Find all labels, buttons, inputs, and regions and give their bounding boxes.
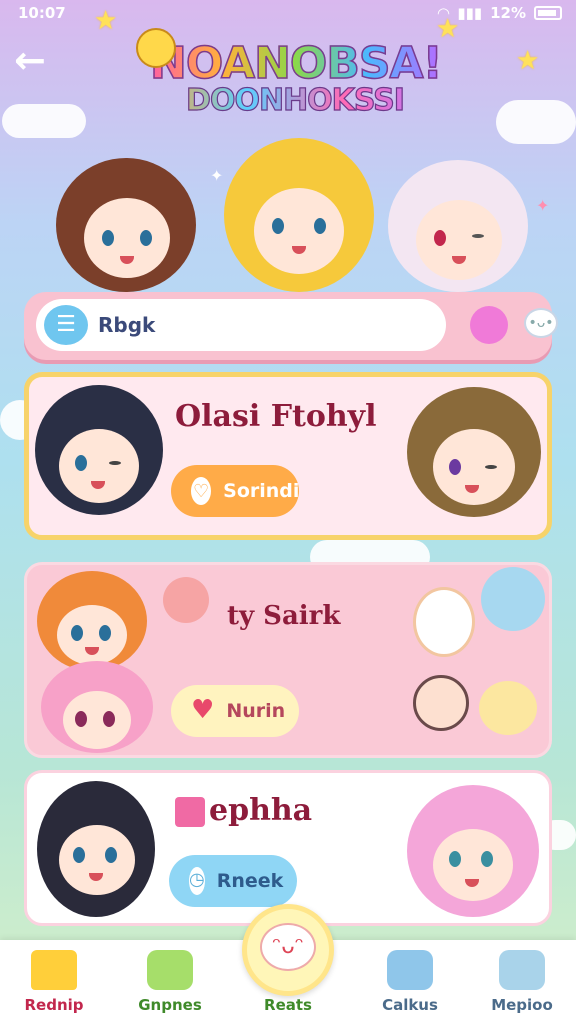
yellow-cat-icon — [479, 681, 537, 735]
timer-icon: ◷ — [189, 867, 205, 895]
logo-line1: NOANOBSA! — [149, 37, 443, 90]
character-orange-hair — [37, 571, 147, 671]
nav-label: Rednip — [24, 996, 84, 1014]
heart-outline-icon: ♡ — [191, 477, 212, 505]
nav-label: Mepioo — [491, 996, 553, 1014]
cloud — [2, 104, 86, 138]
card-title: Olasi Ftohyl — [175, 399, 377, 434]
cat-icon — [163, 577, 209, 623]
character-brown-hair — [56, 158, 196, 292]
card-action-button[interactable]: ♥ Nurin — [171, 685, 299, 737]
feature-card[interactable]: Olasi Ftohyl ♡ Sorindi — [24, 372, 552, 540]
nav-label: Calkus — [382, 996, 438, 1014]
calendar-heart-icon — [387, 950, 433, 990]
battery-percent: 12% — [490, 4, 526, 22]
egg-mascot-icon — [413, 587, 475, 657]
home-icon — [31, 950, 77, 990]
card-title: ty Sairk — [227, 601, 341, 631]
nav-item-tools[interactable]: Mepioo — [472, 940, 572, 1024]
character-blonde-hair — [224, 138, 374, 292]
blue-ghost-icon — [481, 567, 545, 631]
app-logo: NOANOBSA! DOONHOKSSI — [136, 28, 443, 138]
center-action-button[interactable]: ᵔᴗᵔ — [242, 904, 334, 996]
card-action-button[interactable]: ◷ Rneek — [169, 855, 297, 907]
nav-label: Gnpnes — [138, 996, 202, 1014]
button-label: Rneek — [216, 870, 284, 892]
heart-icon: ♥ — [191, 695, 215, 725]
feature-card[interactable]: ephha ◷ Rneek — [24, 770, 552, 926]
character-lilac-hair — [407, 785, 539, 917]
status-bar: 10:07 ◠ ▮▮▮ 12% — [0, 0, 576, 28]
wifi-icon: ◠ — [437, 4, 450, 22]
button-label: Nurin — [226, 700, 286, 722]
status-icons: ◠ ▮▮▮ 12% — [438, 4, 562, 22]
nav-item-chat[interactable]: Gnpnes — [120, 940, 220, 1024]
pink-pet-icon[interactable] — [470, 306, 508, 344]
pink-square-icon — [175, 797, 205, 827]
battery-icon — [534, 6, 562, 20]
signal-icon: ▮▮▮ — [457, 4, 483, 22]
sparkle-icon: ✦ — [210, 166, 224, 185]
smiley-icon: ᵔᴗᵔ — [260, 923, 316, 971]
button-label: Sorindi — [223, 480, 300, 502]
chat-icon — [147, 950, 193, 990]
back-arrow-icon[interactable]: ← — [14, 40, 58, 80]
search-bar-card: ☰ Rbgk •ᴗ• — [24, 292, 558, 360]
tools-icon — [499, 950, 545, 990]
sparkle-icon: ✦ — [536, 196, 550, 215]
character-pink-hair — [41, 661, 153, 753]
card-title: ephha — [209, 793, 313, 828]
star-icon: ★ — [516, 46, 540, 76]
status-time: 10:07 — [18, 4, 66, 22]
cloud — [496, 100, 576, 144]
nav-item-calendar[interactable]: Calkus — [360, 940, 460, 1024]
character-white-hair — [388, 160, 528, 292]
feature-card[interactable]: ty Sairk ♥ Nurin — [24, 562, 552, 758]
character-olive-hair — [407, 387, 541, 517]
chat-bubble-icon[interactable]: •ᴗ• — [524, 308, 558, 338]
nav-item-home[interactable]: Rednip — [4, 940, 104, 1024]
character-dark-hair — [37, 781, 155, 917]
search-value: Rbgk — [98, 313, 156, 337]
logo-line2: DOONHOKSSI — [150, 82, 440, 118]
menu-icon[interactable]: ☰ — [44, 305, 88, 345]
search-field[interactable]: ☰ Rbgk — [36, 299, 446, 351]
small-character-icon — [413, 675, 469, 731]
nav-label: Reats — [264, 996, 312, 1014]
character-black-hair — [35, 385, 163, 515]
card-action-button[interactable]: ♡ Sorindi — [171, 465, 299, 517]
mascot-sun-icon — [136, 28, 176, 68]
